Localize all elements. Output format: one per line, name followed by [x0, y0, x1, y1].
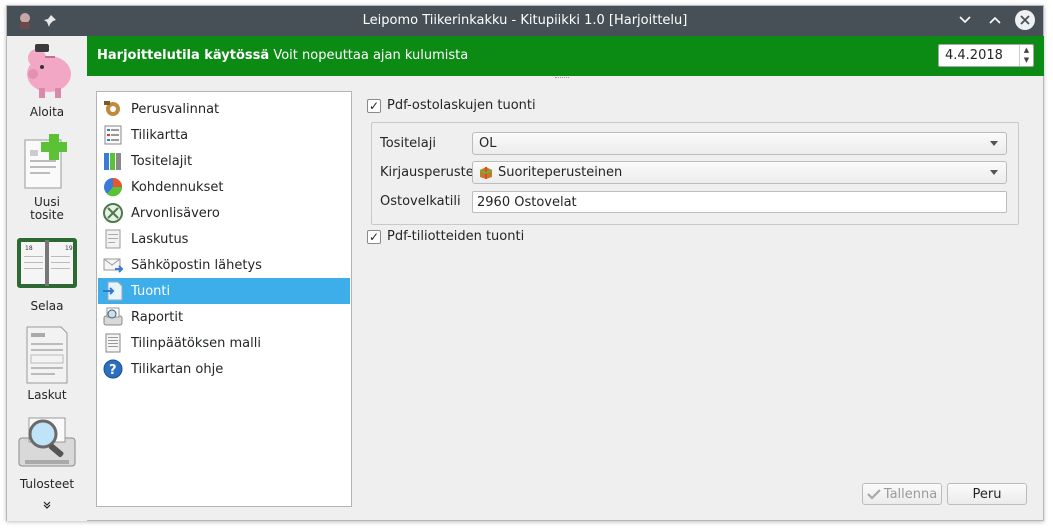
menu-item-label: Laskutus [131, 231, 189, 247]
kirjausperuste-label: Kirjausperuste [380, 165, 474, 180]
menu-item-kohdennukset[interactable]: Kohdennukset [98, 174, 350, 200]
tositelaji-label: Tositelaji [380, 136, 436, 151]
minimize-icon[interactable] [955, 10, 975, 30]
list-icon [104, 125, 122, 145]
menu-item-label: Tositelajit [131, 153, 193, 169]
ostovelkatili-field[interactable]: 2960 Ostovelat [472, 191, 1007, 213]
pdf-invoice-import-row[interactable]: ✓ Pdf-ostolaskujen tuonti [367, 98, 536, 113]
close-icon[interactable] [1015, 10, 1035, 30]
gear-icon [104, 101, 120, 116]
splitter-handle[interactable] [555, 77, 569, 80]
calendar-book-icon: 18 19 [15, 234, 79, 298]
menu-item-label: Tuonti [131, 283, 171, 299]
cancel-button[interactable]: Peru [947, 483, 1027, 505]
sidebar-label: Tulosteet [19, 477, 75, 491]
menu-item-label: Tilikartan ohje [131, 361, 224, 377]
pdf-statement-import-row[interactable]: ✓ Pdf-tiliotteiden tuonti [367, 229, 524, 244]
double-chevron-down-icon[interactable] [7, 501, 87, 512]
print-preview-icon [15, 412, 79, 476]
maximize-icon[interactable] [985, 10, 1005, 30]
app-window: Leipomo Tiikerinkakku - Kitupiikki 1.0 [… [6, 5, 1044, 521]
pdf-invoice-settings-group: Tositelaji OL Kirjausperuste Suoriteperu… [371, 122, 1019, 225]
sidebar-item-aloita[interactable]: Aloita [7, 40, 87, 119]
ostovelkatili-value[interactable]: 2960 Ostovelat [477, 195, 577, 210]
chevron-down-icon [990, 170, 998, 175]
save-button[interactable]: Tallenna [862, 483, 942, 505]
window-title: Leipomo Tiikerinkakku - Kitupiikki 1.0 [… [362, 13, 688, 28]
import-settings-panel: ✓ Pdf-ostolaskujen tuonti Tositelaji OL … [357, 91, 1037, 507]
date-spinbox[interactable]: 4.4.2018 ▲ ▼ [938, 44, 1034, 67]
menu-item-tositelajit[interactable]: Tositelajit [98, 148, 350, 174]
banner-text: Harjoittelutila käytössä Voit nopeuttaa … [97, 48, 468, 63]
document-template-icon [105, 333, 121, 353]
menu-item-sahkopostin-lahetys[interactable]: Sähköpostin lähetys [98, 252, 350, 278]
svg-text:?: ? [109, 363, 117, 378]
sidebar-item-tulosteet[interactable]: Tulosteet [7, 412, 87, 491]
sidebar-label: Selaa [30, 299, 64, 313]
pdf-invoice-import-checkbox[interactable]: ✓ [367, 98, 381, 113]
banner-message: Voit nopeuttaa ajan kulumista [273, 48, 469, 63]
binders-icon [104, 153, 121, 170]
pdf-invoice-import-label[interactable]: Pdf-ostolaskujen tuonti [387, 98, 536, 113]
svg-text:18: 18 [25, 245, 33, 252]
main-sidebar: Aloita Uusi tosite 18 19 Selaa Laskut Tu… [7, 36, 87, 521]
menu-item-perusvalinnat[interactable]: Perusvalinnat [98, 96, 350, 122]
menu-item-label: Raportit [131, 309, 184, 325]
cancel-button-label: Peru [972, 486, 1002, 502]
help-icon: ? [103, 359, 123, 379]
report-icon [103, 307, 123, 326]
menu-item-label: Perusvalinnat [131, 101, 220, 117]
svg-text:19: 19 [65, 245, 73, 252]
bill-icon [105, 229, 121, 249]
practice-mode-banner: Harjoittelutila käytössä Voit nopeuttaa … [87, 36, 1044, 76]
sidebar-label: Uusi tosite [30, 195, 64, 222]
menu-item-label: Tilinpäätöksen malli [131, 335, 261, 351]
menu-item-raportit[interactable]: Raportit [98, 304, 350, 330]
menu-item-laskutus[interactable]: Laskutus [98, 226, 350, 252]
new-document-icon [15, 130, 79, 194]
menu-item-label: Arvonlisävero [131, 205, 220, 221]
settings-menu: Perusvalinnat Tilikartta Tositelajit Koh… [96, 91, 352, 507]
sidebar-label: Aloita [29, 105, 65, 119]
chevron-down-icon [990, 141, 998, 146]
ostovelkatili-label: Ostovelkatili [380, 194, 461, 209]
piggy-bank-icon [15, 40, 79, 104]
sidebar-label: Laskut [27, 388, 67, 402]
menu-item-tilikartta[interactable]: Tilikartta [98, 122, 350, 148]
menu-item-arvonlisavero[interactable]: Arvonlisävero [98, 200, 350, 226]
spin-down-icon[interactable]: ▼ [1020, 55, 1033, 65]
menu-item-label: Kohdennukset [131, 179, 224, 195]
spin-up-icon[interactable]: ▲ [1020, 45, 1033, 55]
pdf-statement-import-checkbox[interactable]: ✓ [367, 229, 381, 244]
menu-item-tilikartan-ohje[interactable]: ? Tilikartan ohje [98, 356, 350, 382]
title-bar[interactable]: Leipomo Tiikerinkakku - Kitupiikki 1.0 [… [7, 6, 1043, 36]
menu-item-tuonti[interactable]: Tuonti [98, 278, 350, 304]
tositelaji-combobox[interactable]: OL [472, 132, 1007, 155]
kirjausperuste-value: Suoriteperusteinen [498, 165, 623, 180]
invoice-icon [15, 323, 79, 387]
sidebar-item-uusi-tosite[interactable]: Uusi tosite [7, 130, 87, 222]
banner-bold-text: Harjoittelutila käytössä [97, 48, 270, 63]
sidebar-item-selaa[interactable]: 18 19 Selaa [7, 234, 87, 313]
checkmark-icon [867, 489, 881, 500]
package-icon [479, 166, 493, 179]
import-icon [103, 281, 123, 301]
date-value[interactable]: 4.4.2018 [945, 48, 1003, 63]
pdf-statement-import-label[interactable]: Pdf-tiliotteiden tuonti [387, 229, 524, 244]
sidebar-item-laskut[interactable]: Laskut [7, 323, 87, 402]
tax-icon [103, 203, 123, 223]
tositelaji-value: OL [479, 136, 497, 151]
menu-item-label: Sähköpostin lähetys [131, 257, 262, 273]
menu-item-tilinpaatoksen-malli[interactable]: Tilinpäätöksen malli [98, 330, 350, 356]
pie-chart-icon [104, 178, 123, 197]
kirjausperuste-combobox[interactable]: Suoriteperusteinen [472, 161, 1007, 184]
menu-item-label: Tilikartta [131, 127, 189, 143]
spin-buttons[interactable]: ▲ ▼ [1019, 45, 1033, 66]
save-button-label: Tallenna [883, 486, 938, 502]
email-send-icon [103, 258, 124, 273]
